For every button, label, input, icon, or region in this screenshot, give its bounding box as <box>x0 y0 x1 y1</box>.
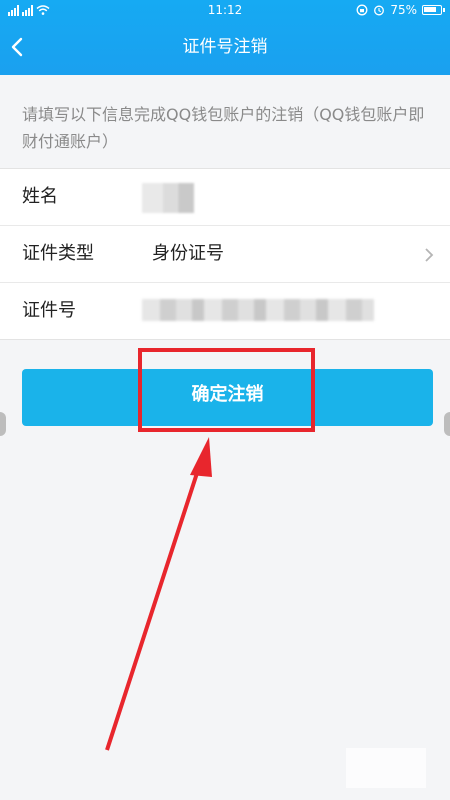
form-row-id-type[interactable]: 证件类型 身份证号 <box>0 226 450 283</box>
page-title: 证件号注销 <box>182 37 268 57</box>
app-header: 11:12 75% 证件号注销 <box>0 0 450 75</box>
id-number-value-redacted <box>142 299 374 321</box>
id-type-label: 证件类型 <box>22 243 94 264</box>
intro-text: 请填写以下信息完成QQ钱包账户的注销（QQ钱包账户即财付通账户） <box>22 105 425 151</box>
lock-rotation-icon <box>356 4 368 16</box>
id-type-value: 身份证号 <box>152 243 224 264</box>
watermark <box>346 748 426 788</box>
alarm-icon <box>374 5 385 16</box>
status-bar: 11:12 75% <box>0 0 450 20</box>
battery-icon <box>422 5 445 15</box>
edge-handle-left <box>0 412 6 436</box>
confirm-cancel-button[interactable]: 确定注销 <box>22 369 433 426</box>
nav-bar: 证件号注销 <box>0 20 450 75</box>
battery-percent: 75% <box>390 3 417 17</box>
id-number-label: 证件号 <box>22 300 76 321</box>
form-row-id-number[interactable]: 证件号 <box>0 283 450 339</box>
name-value-redacted <box>142 183 194 213</box>
name-label: 姓名 <box>22 186 58 207</box>
status-right: 75% <box>356 0 445 20</box>
form-row-name[interactable]: 姓名 <box>0 169 450 226</box>
edge-handle-right <box>444 412 450 436</box>
cancel-form: 姓名 证件类型 身份证号 证件号 <box>0 168 450 340</box>
chevron-right-icon <box>425 248 434 262</box>
